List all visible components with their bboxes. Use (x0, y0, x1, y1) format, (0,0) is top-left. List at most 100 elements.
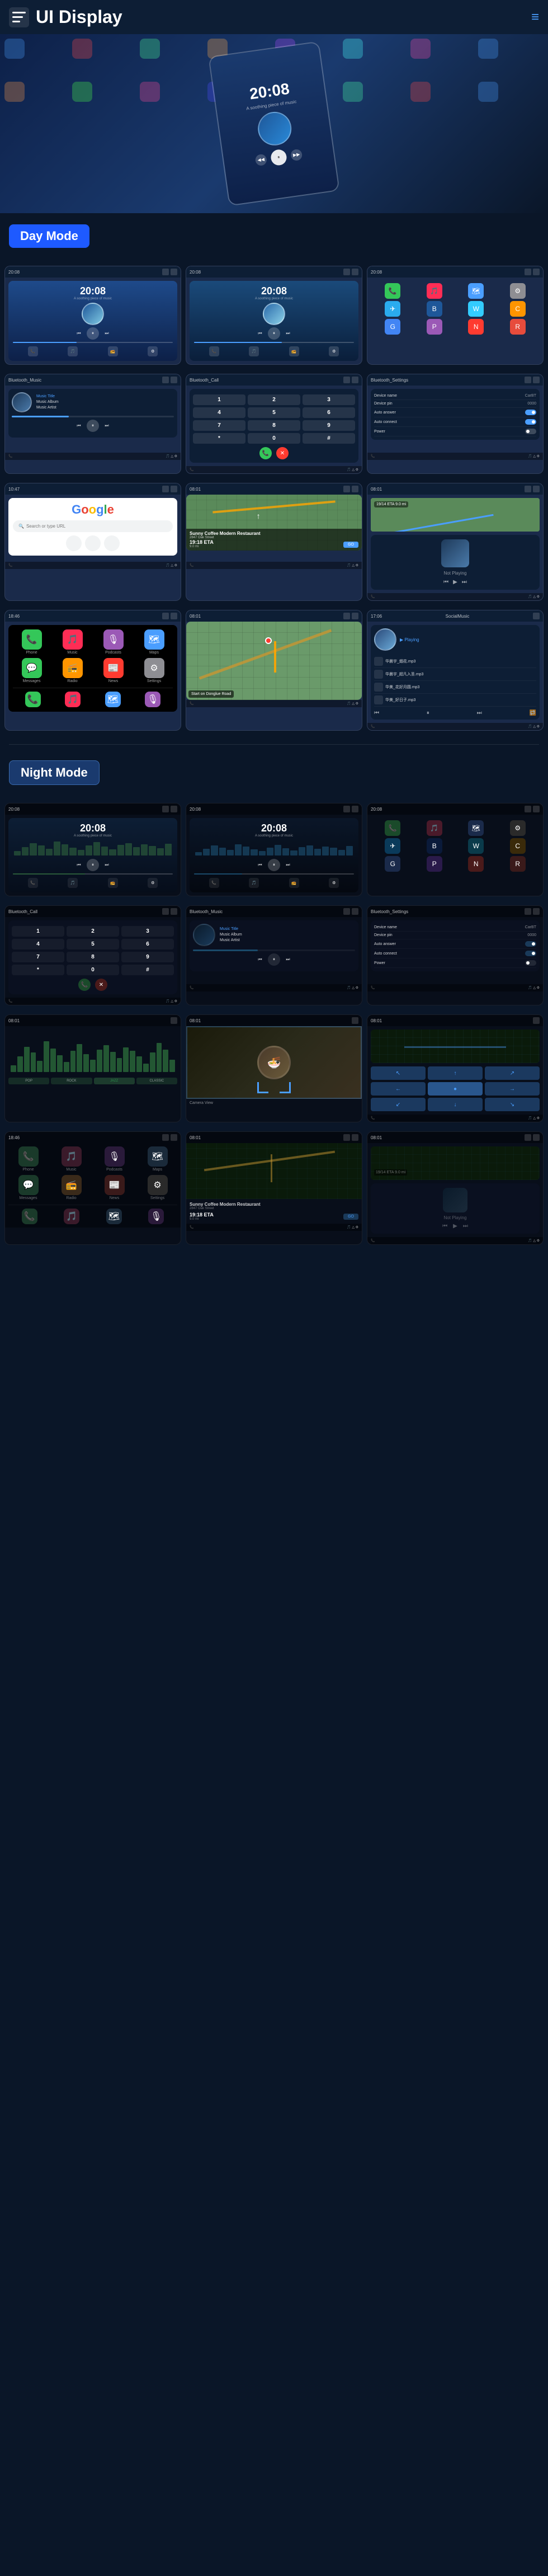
dial-5[interactable]: 5 (248, 407, 300, 418)
app-icon-phone[interactable]: 📞 (373, 283, 413, 299)
google-search-bar[interactable]: 🔍 Search or type URL (13, 520, 173, 532)
nmp-nav-1[interactable]: 📞 (28, 878, 38, 888)
cp-settings[interactable]: ⚙ Settings (135, 658, 173, 683)
mp-nav-4[interactable]: ⚙ (148, 346, 158, 356)
app-icon-settings[interactable]: ⚙ (498, 283, 538, 299)
ndial-4[interactable]: 4 (12, 939, 64, 949)
social-play[interactable]: ⏸ (427, 710, 429, 716)
dial-hash[interactable]: # (303, 433, 355, 444)
cp-radio[interactable]: 📻 Radio (54, 658, 91, 683)
song-item-3[interactable]: 华美_花好月圆.mp3 (374, 681, 536, 694)
app-icon-telegram[interactable]: ✈ (373, 301, 413, 317)
dial-star[interactable]: * (193, 433, 245, 444)
cp-phone[interactable]: 📞 Phone (13, 629, 50, 655)
nav-up[interactable]: ↑ (428, 1066, 483, 1080)
social-next[interactable]: ⏭ (477, 710, 482, 716)
hero-next-btn[interactable]: ▶▶ (290, 148, 303, 161)
nmp-nav-5[interactable]: 📞 (209, 878, 219, 888)
nmp-play-2[interactable]: ⏸ (268, 859, 280, 871)
nav-down-right[interactable]: ↘ (485, 1098, 540, 1111)
song-item-1[interactable]: 华晨宇_烟花.mp3 (374, 655, 536, 668)
mp-nav-5[interactable]: 📞 (209, 346, 219, 356)
nav-down[interactable]: ↓ (428, 1098, 483, 1111)
napp-telegram[interactable]: ✈ (373, 838, 413, 854)
ndial-0[interactable]: 0 (67, 965, 119, 975)
eq-btn-4[interactable]: CLASSIC (136, 1078, 177, 1084)
nauto-connect-toggle[interactable] (525, 951, 536, 956)
eq-btn-2[interactable]: ROCK (51, 1078, 92, 1084)
mp-next-1[interactable]: ⏭ (102, 329, 111, 338)
nmp-nav-7[interactable]: 📻 (289, 878, 299, 888)
np-play[interactable]: ▶ (453, 579, 457, 585)
ndial-8[interactable]: 8 (67, 952, 119, 962)
dock-podcast[interactable]: 🎙 (145, 692, 160, 707)
social-repeat[interactable]: 🔁 (530, 710, 536, 716)
app-icon-bt[interactable]: B (415, 301, 455, 317)
ndial-3[interactable]: 3 (121, 926, 174, 937)
song-item-2[interactable]: 华晨宇_超凡入圣.mp3 (374, 668, 536, 681)
ncp-podcasts[interactable]: 🎙 Podcasts (95, 1146, 134, 1172)
app-icon-extra[interactable]: C (498, 301, 538, 317)
mp-nav-8[interactable]: ⚙ (329, 346, 339, 356)
song-item-4[interactable]: 华美_好日子.mp3 (374, 694, 536, 707)
mp-nav-7[interactable]: 📻 (289, 346, 299, 356)
ndial-star[interactable]: * (12, 965, 64, 975)
napp-news[interactable]: N (456, 856, 496, 872)
ndock-podcast[interactable]: 🎙 (148, 1209, 164, 1224)
ndial-2[interactable]: 2 (67, 926, 119, 937)
dial-2[interactable]: 2 (248, 394, 300, 405)
dial-9[interactable]: 9 (303, 420, 355, 431)
ndial-5[interactable]: 5 (67, 939, 119, 949)
dial-1[interactable]: 1 (193, 394, 245, 405)
cp-maps[interactable]: 🗺 Maps (135, 629, 173, 655)
cp-podcasts[interactable]: 🎙 Podcasts (95, 629, 132, 655)
napp-settings[interactable]: ⚙ (498, 820, 538, 836)
mp-next-2[interactable]: ⏭ (284, 329, 292, 338)
napp-extra[interactable]: C (498, 838, 538, 854)
auto-connect-toggle[interactable] (525, 419, 536, 425)
social-prev[interactable]: ⏮ (374, 710, 379, 716)
app-icon-google[interactable]: G (373, 319, 413, 335)
power-toggle[interactable] (525, 429, 536, 434)
ncp-settings[interactable]: ⚙ Settings (138, 1175, 177, 1200)
ndock-maps[interactable]: 🗺 (106, 1209, 122, 1224)
night-go-btn[interactable]: GO (343, 1214, 358, 1220)
bt-prev[interactable]: ⏮ (74, 421, 83, 430)
mp-play-1[interactable]: ⏸ (87, 327, 99, 340)
nav-up-right[interactable]: ↗ (485, 1066, 540, 1080)
nav-lines-icon[interactable]: ≡ (531, 10, 539, 25)
np-prev[interactable]: ⏮ (443, 579, 448, 585)
nmp-prev-1[interactable]: ⏮ (74, 861, 83, 869)
app-icon-waze[interactable]: W (456, 301, 496, 317)
ndial-9[interactable]: 9 (121, 952, 174, 962)
shortcut-2[interactable] (85, 535, 101, 551)
nnp-next[interactable]: ⏭ (463, 1223, 468, 1229)
nmp-prev-2[interactable]: ⏮ (256, 861, 264, 869)
nav-center[interactable]: ● (428, 1082, 483, 1096)
nbt-play[interactable]: ⏸ (268, 953, 280, 966)
nmp-next-1[interactable]: ⏭ (102, 861, 111, 869)
bt-play[interactable]: ⏸ (87, 420, 99, 432)
cp-news[interactable]: 📰 News (95, 658, 132, 683)
shortcut-1[interactable] (66, 535, 82, 551)
poi-go-btn[interactable]: GO (343, 542, 358, 548)
hero-play-btn[interactable]: ⏸ (270, 148, 288, 166)
ncp-music[interactable]: 🎵 Music (51, 1146, 91, 1172)
np-next[interactable]: ⏭ (462, 579, 467, 585)
night-call-answer[interactable]: 📞 (78, 979, 91, 991)
nbt-prev[interactable]: ⏮ (256, 955, 264, 964)
ndock-phone[interactable]: 📞 (22, 1209, 37, 1224)
dock-maps[interactable]: 🗺 (105, 692, 121, 707)
mp-nav-2[interactable]: 🎵 (68, 346, 78, 356)
nnp-prev[interactable]: ⏮ (442, 1223, 447, 1229)
napp-maps[interactable]: 🗺 (456, 820, 496, 836)
ncp-maps[interactable]: 🗺 Maps (138, 1146, 177, 1172)
nnp-play[interactable]: ▶ (453, 1223, 457, 1229)
mp-nav-1[interactable]: 📞 (28, 346, 38, 356)
mp-prev-1[interactable]: ⏮ (74, 329, 83, 338)
app-icon-news[interactable]: N (456, 319, 496, 335)
dock-phone[interactable]: 📞 (25, 692, 41, 707)
nav-up-left[interactable]: ↖ (371, 1066, 426, 1080)
napp-music[interactable]: 🎵 (415, 820, 455, 836)
ndial-1[interactable]: 1 (12, 926, 64, 937)
